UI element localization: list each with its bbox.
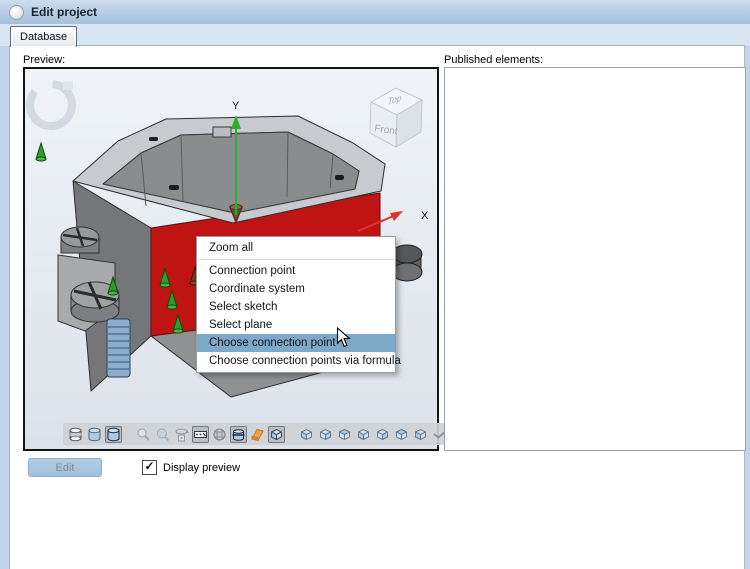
- shaded-edges-view-button[interactable]: [105, 426, 122, 443]
- magnifier-icon: [136, 427, 151, 442]
- section-view-button[interactable]: [230, 426, 247, 443]
- wireframe-cylinder-icon: [68, 427, 83, 442]
- title-bar[interactable]: Edit project: [0, 0, 750, 24]
- menu-separator: [198, 259, 394, 260]
- viewport-toolbar: [63, 423, 452, 445]
- std-view-4-button[interactable]: [355, 426, 372, 443]
- view-cube-icon: [394, 427, 409, 442]
- zoom-sphere-icon: [155, 427, 170, 442]
- cube-icon: [269, 427, 284, 442]
- view-cube-icon: [356, 427, 371, 442]
- check-icon: ✓: [144, 461, 154, 472]
- context-menu: Zoom all Connection point Coordinate sys…: [196, 236, 396, 373]
- shaded-edges-cylinder-icon: [106, 427, 121, 442]
- std-view-5-button[interactable]: [374, 426, 391, 443]
- rotate-icon: [174, 427, 189, 442]
- mesh-view-button[interactable]: [211, 426, 228, 443]
- wireframe-view-button[interactable]: [67, 426, 84, 443]
- menu-item-choose-connection-point[interactable]: Choose connection point: [197, 334, 395, 352]
- view-cube-icon: [299, 427, 314, 442]
- section-cylinder-icon: [231, 427, 246, 442]
- display-preview-row: ✓ Display preview: [142, 460, 240, 475]
- menu-item-select-plane[interactable]: Select plane: [197, 316, 395, 334]
- tab-database[interactable]: Database: [10, 26, 77, 47]
- plane-view-button[interactable]: [249, 426, 266, 443]
- view-cube-icon: [337, 427, 352, 442]
- menu-item-select-sketch[interactable]: Select sketch: [197, 298, 395, 316]
- app-icon: [9, 5, 24, 20]
- zoom-button[interactable]: [135, 426, 152, 443]
- mouse-cursor: [336, 327, 352, 349]
- std-view-3-button[interactable]: [336, 426, 353, 443]
- menu-item-connection-point[interactable]: Connection point: [197, 262, 395, 280]
- rotate-view-button[interactable]: [173, 426, 190, 443]
- axis-y-label: Y: [232, 100, 240, 112]
- edit-button[interactable]: Edit: [28, 458, 102, 477]
- window-title: Edit project: [31, 5, 97, 19]
- zoom-sphere-button[interactable]: [154, 426, 171, 443]
- right-clamp: [392, 245, 422, 281]
- view-cube-icon: [318, 427, 333, 442]
- menu-item-zoom-all[interactable]: Zoom all: [197, 239, 395, 257]
- display-preview-label: Display preview: [163, 462, 240, 474]
- tab-strip: Database: [0, 24, 750, 46]
- shaded-view-button[interactable]: [86, 426, 103, 443]
- axis-x-label: X: [421, 210, 429, 222]
- shaded-cylinder-icon: [87, 427, 102, 442]
- std-view-2-button[interactable]: [317, 426, 334, 443]
- menu-item-coordinate-system[interactable]: Coordinate system: [197, 280, 395, 298]
- std-view-6-button[interactable]: [393, 426, 410, 443]
- preview-label: Preview:: [23, 54, 65, 66]
- measure-button[interactable]: [192, 426, 209, 443]
- view-cube-icon: [375, 427, 390, 442]
- orange-plane-icon: [250, 427, 265, 442]
- menu-item-choose-connection-points-via-formula[interactable]: Choose connection points via formula: [197, 352, 395, 370]
- mesh-sphere-icon: [212, 427, 227, 442]
- edit-project-window: Edit project Database Preview: Published…: [0, 0, 750, 569]
- std-view-7-button[interactable]: [412, 426, 429, 443]
- measure-icon: [193, 427, 208, 442]
- cube-view-button[interactable]: [268, 426, 285, 443]
- std-view-1-button[interactable]: [298, 426, 315, 443]
- view-cube-icon: [413, 427, 428, 442]
- published-elements-label: Published elements:: [444, 54, 543, 66]
- published-elements-list[interactable]: [444, 67, 746, 451]
- display-preview-checkbox[interactable]: ✓: [142, 460, 157, 475]
